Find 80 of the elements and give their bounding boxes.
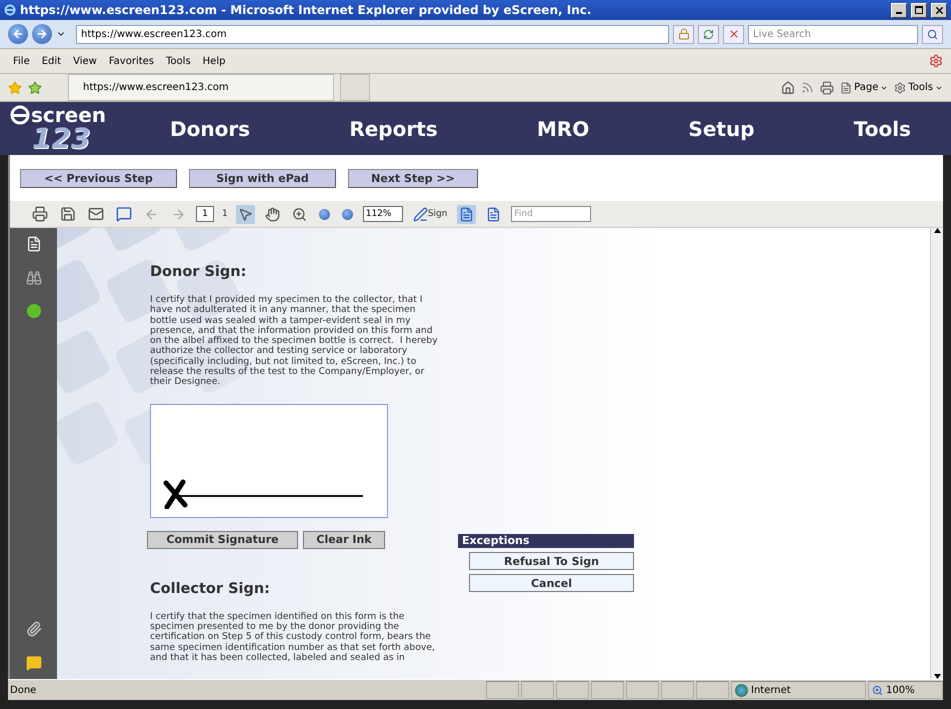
- close-icon: [728, 28, 740, 40]
- security-button[interactable]: [673, 24, 694, 44]
- menu-item[interactable]: Tools: [161, 56, 196, 66]
- menu-item[interactable]: File: [8, 56, 35, 66]
- arrow-left-icon: [12, 28, 24, 40]
- paperclip-icon[interactable]: [26, 621, 42, 637]
- section-heading: Donor Sign:: [150, 264, 248, 280]
- step-button[interactable]: Next Step >>: [348, 168, 478, 188]
- certification-text: I certify that I provided my specimen to the collector, that I have not adulterated it in any manner, that the specimen bottle used was sealed with a tamper-evident seal in my presence, and that the information provided on this form and on the albel affixed to the specimen bottle is correct. I hereby authorize the collector and testing service or laboratory (specifically including, but not limited to, eScreen, Inc.) to release the results of the test to the Company/Employer, or their Designee.: [150, 295, 439, 388]
- nav-link[interactable]: MRO: [536, 116, 590, 140]
- pen-icon: [412, 206, 428, 222]
- search-icon: [927, 28, 938, 40]
- menu-item[interactable]: Help: [198, 56, 230, 66]
- status-pane: [521, 681, 554, 699]
- minimize-button[interactable]: [891, 2, 907, 18]
- logo: screen 123: [10, 104, 150, 154]
- maximize-button[interactable]: [911, 2, 927, 18]
- search-button[interactable]: [922, 24, 943, 44]
- nav-link[interactable]: Reports: [349, 116, 438, 140]
- signature-button[interactable]: Commit Signature: [147, 530, 298, 549]
- panel-title: Exceptions: [458, 534, 634, 548]
- add-favorite-icon[interactable]: [28, 80, 42, 94]
- security-zone: Internet: [731, 681, 866, 699]
- certification-text: I certify that the specimen identified on this form is the specimen presented to me by the donor providing the certification on Step 5 of this custody control form, bears the same specimen identification number as that set forth above, and that it has been collected, labeled and sealed as in: [150, 612, 436, 664]
- browser-tab[interactable]: https://www.escreen123.com: [68, 74, 334, 101]
- print-icon[interactable]: [820, 80, 834, 94]
- page-icon: [840, 82, 852, 94]
- nav-link[interactable]: Setup: [688, 116, 755, 140]
- signature-pad[interactable]: [150, 404, 388, 518]
- forward-button[interactable]: [32, 24, 52, 44]
- status-pane: [591, 681, 624, 699]
- address-field[interactable]: https://www.escreen123.com: [76, 24, 669, 44]
- favorites-star-icon[interactable]: [8, 80, 22, 94]
- hand-tool-icon[interactable]: [262, 204, 282, 224]
- nav-link[interactable]: Tools: [854, 116, 911, 140]
- comments-icon[interactable]: [26, 655, 42, 671]
- print-icon[interactable]: [30, 204, 50, 224]
- select-tool-icon[interactable]: [236, 204, 255, 224]
- step-button[interactable]: Sign with ePad: [189, 168, 336, 188]
- arrow-right-icon: [36, 28, 48, 40]
- sign-button[interactable]: Sign: [410, 204, 450, 224]
- feed-icon[interactable]: [801, 81, 814, 94]
- window-title: https://www.escreen123.com - Microsoft Internet Explorer provided by eScreen, Inc.: [20, 3, 592, 17]
- gear-icon: [894, 82, 906, 94]
- exception-button[interactable]: Refusal To Sign: [469, 552, 634, 570]
- menu-item[interactable]: Edit: [36, 56, 66, 66]
- close-icon: [934, 4, 944, 16]
- page-field[interactable]: 1: [196, 206, 214, 222]
- lock-icon: [678, 28, 690, 40]
- refresh-icon: [703, 28, 714, 40]
- step-button[interactable]: << Previous Step: [20, 168, 177, 188]
- status-pane: [696, 681, 729, 699]
- menu-item[interactable]: View: [68, 56, 102, 66]
- zoom-field[interactable]: 112%: [362, 206, 403, 222]
- scrollbar[interactable]: [930, 228, 943, 679]
- status-pane: [626, 681, 659, 699]
- close-button[interactable]: [931, 2, 947, 18]
- refresh-button[interactable]: [698, 24, 719, 44]
- page-count: 1: [222, 209, 228, 219]
- signature-button[interactable]: Clear Ink: [303, 530, 385, 549]
- status-pane: [486, 681, 519, 699]
- home-icon[interactable]: [781, 80, 796, 94]
- command-menu[interactable]: Tools: [894, 82, 943, 94]
- zoom-icon: [872, 684, 883, 696]
- exception-button[interactable]: Cancel: [469, 574, 634, 592]
- binoculars-icon[interactable]: [26, 270, 42, 286]
- pages-icon[interactable]: [26, 236, 42, 252]
- section-heading: Collector Sign:: [150, 580, 271, 597]
- nav-link[interactable]: Donors: [170, 116, 250, 140]
- status-text: Done: [9, 684, 38, 696]
- status-pane: [556, 681, 589, 699]
- command-menu[interactable]: Page: [840, 82, 888, 94]
- browser-logo-icon: [4, 4, 16, 16]
- menu-item[interactable]: Favorites: [104, 56, 160, 66]
- stop-button[interactable]: [723, 24, 744, 44]
- zoom-level[interactable]: 100%: [868, 681, 943, 699]
- search-field[interactable]: Live Search: [748, 24, 918, 44]
- back-button[interactable]: [8, 24, 28, 44]
- status-pane: [661, 681, 694, 699]
- toolbar-icon[interactable]: [929, 54, 943, 68]
